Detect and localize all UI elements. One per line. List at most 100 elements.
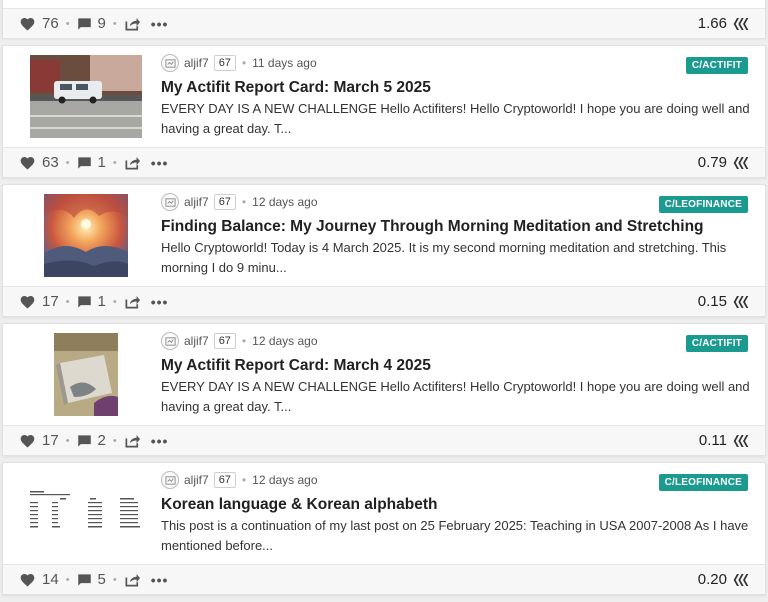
like-count: 17: [42, 432, 59, 449]
separator-dot: •: [65, 295, 70, 308]
separator-dot: •: [65, 17, 70, 30]
payout-value: 0.79: [697, 154, 727, 171]
comment-count: 9: [97, 15, 106, 32]
separator-dot: •: [241, 473, 247, 487]
share-icon[interactable]: [124, 155, 141, 170]
like-button[interactable]: 17: [19, 432, 59, 449]
share-icon[interactable]: [124, 572, 141, 587]
comment-icon: [77, 573, 91, 586]
payout[interactable]: 0.15: [698, 293, 749, 310]
community-tag[interactable]: C/ACTIFIT: [685, 57, 748, 74]
community-tag[interactable]: C/ACTIFIT: [685, 335, 748, 352]
post-card[interactable]: aljif7 67 • 11 days ago C/ACTIFIT My Act…: [2, 45, 766, 178]
author-name[interactable]: aljif7: [184, 334, 209, 348]
separator-dot: •: [65, 573, 70, 586]
separator-dot: •: [112, 573, 117, 586]
more-icon[interactable]: •••: [151, 294, 169, 310]
payout-value: 0.20: [697, 571, 727, 588]
payout-value: 0.15: [697, 293, 727, 310]
avatar-icon[interactable]: [161, 54, 179, 72]
heart-icon: [20, 296, 35, 309]
avatar-icon[interactable]: [161, 193, 179, 211]
heart-icon: [20, 18, 35, 31]
separator-dot: •: [112, 295, 117, 308]
post-footer: 17 • 2 • ••• 0.11: [3, 425, 765, 455]
separator-dot: •: [241, 56, 247, 70]
comment-count: 1: [97, 154, 106, 171]
avatar-icon[interactable]: [161, 471, 179, 489]
share-icon[interactable]: [124, 294, 141, 309]
more-icon[interactable]: •••: [151, 155, 169, 171]
separator-dot: •: [65, 434, 70, 447]
comment-count: 2: [97, 432, 106, 449]
more-icon[interactable]: •••: [151, 433, 169, 449]
post-age[interactable]: 12 days ago: [252, 473, 317, 487]
post-thumbnail[interactable]: [30, 194, 142, 277]
like-count: 63: [42, 154, 59, 171]
hive-icon: [733, 434, 749, 447]
thumbnail-sofa-image: [54, 333, 118, 416]
post-meta: aljif7 67 • 12 days ago: [161, 332, 318, 350]
like-button[interactable]: 14: [19, 571, 59, 588]
like-button[interactable]: 17: [19, 293, 59, 310]
author-name[interactable]: aljif7: [184, 195, 209, 209]
payout[interactable]: 1.66: [698, 15, 749, 32]
post-title[interactable]: Finding Balance: My Journey Through Morn…: [161, 218, 704, 236]
reputation-badge: 67: [213, 333, 236, 349]
post-thumbnail[interactable]: [30, 55, 142, 138]
author-name[interactable]: aljif7: [184, 473, 209, 487]
payout[interactable]: 0.79: [698, 154, 749, 171]
post-age[interactable]: 12 days ago: [252, 195, 317, 209]
share-icon[interactable]: [124, 433, 141, 448]
post-card[interactable]: aljif7 67 • 12 days ago C/ACTIFIT My Act…: [2, 323, 766, 456]
post-summary[interactable]: Hello Cryptoworld! Today is 4 March 2025…: [161, 238, 751, 277]
payout[interactable]: 0.20: [698, 571, 749, 588]
comment-count: 5: [97, 571, 106, 588]
separator-dot: •: [241, 195, 247, 209]
like-button[interactable]: 63: [19, 154, 59, 171]
post-footer: 76 • 9 • ••• 1.66: [3, 8, 765, 38]
post-meta: aljif7 67 • 11 days ago: [161, 54, 317, 72]
comment-button[interactable]: 2: [77, 432, 106, 449]
post-card[interactable]: aljif7 67 • 12 days ago C/LEOFINANCE Fin…: [2, 184, 766, 317]
avatar-icon[interactable]: [161, 332, 179, 350]
post-summary[interactable]: EVERY DAY IS A NEW CHALLENGE Hello Actif…: [161, 377, 751, 416]
post-title[interactable]: My Actifit Report Card: March 5 2025: [161, 79, 431, 97]
more-icon[interactable]: •••: [151, 572, 169, 588]
comment-button[interactable]: 9: [77, 15, 106, 32]
payout[interactable]: 0.11: [699, 432, 749, 449]
post-summary[interactable]: EVERY DAY IS A NEW CHALLENGE Hello Actif…: [161, 99, 751, 138]
post-thumbnail[interactable]: [30, 333, 142, 416]
comment-button[interactable]: 5: [77, 571, 106, 588]
post-age[interactable]: 11 days ago: [252, 56, 317, 70]
like-count: 17: [42, 293, 59, 310]
separator-dot: •: [112, 156, 117, 169]
thumbnail-street-image: [30, 55, 142, 138]
comment-icon: [77, 295, 91, 308]
hive-icon: [733, 295, 749, 308]
post-footer: 14 • 5 • ••• 0.20: [3, 564, 765, 594]
share-icon[interactable]: [124, 16, 141, 31]
more-icon[interactable]: •••: [151, 16, 169, 32]
separator-dot: •: [112, 434, 117, 447]
like-button[interactable]: 76: [19, 15, 59, 32]
post-summary[interactable]: This post is a continuation of my last p…: [161, 516, 751, 555]
comment-button[interactable]: 1: [77, 154, 106, 171]
like-count: 76: [42, 15, 59, 32]
post-title[interactable]: Korean language & Korean alphabeth: [161, 496, 437, 514]
author-name[interactable]: aljif7: [184, 56, 209, 70]
reputation-badge: 67: [213, 194, 236, 210]
comment-icon: [77, 156, 91, 169]
post-thumbnail[interactable]: [30, 472, 142, 555]
post-footer: 63 • 1 • ••• 0.79: [3, 147, 765, 177]
post-age[interactable]: 12 days ago: [252, 334, 317, 348]
comment-icon: [77, 17, 91, 30]
heart-icon: [20, 574, 35, 587]
post-card[interactable]: aljif7 67 • 12 days ago C/LEOFINANCE Kor…: [2, 462, 766, 595]
post-title[interactable]: My Actifit Report Card: March 4 2025: [161, 357, 431, 375]
community-tag[interactable]: C/LEOFINANCE: [658, 196, 748, 213]
separator-dot: •: [65, 156, 70, 169]
comment-button[interactable]: 1: [77, 293, 106, 310]
hive-icon: [733, 17, 749, 30]
community-tag[interactable]: C/LEOFINANCE: [658, 474, 748, 491]
